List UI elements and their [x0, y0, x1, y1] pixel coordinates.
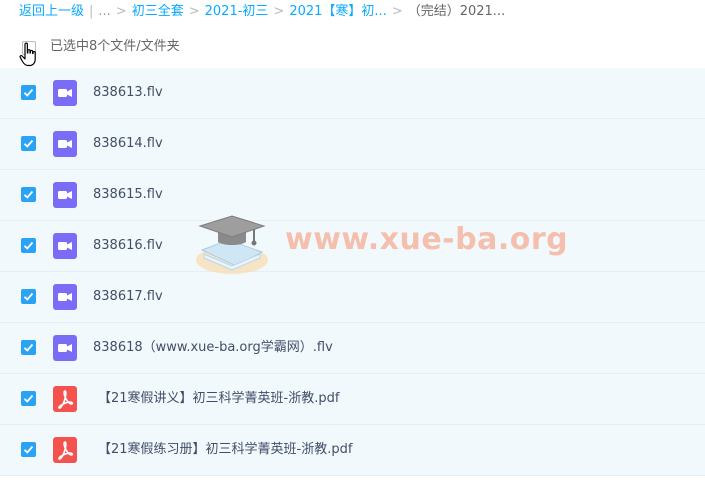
breadcrumb: 返回上一级 |... > 初三全套 >2021-初三 >2021【寒】初... > （完结）2… [19, 2, 505, 22]
row-checkbox[interactable] [21, 136, 36, 151]
video-file-icon [53, 335, 77, 361]
row-checkbox[interactable] [21, 187, 36, 202]
breadcrumb-back-link[interactable]: 返回上一级 [19, 4, 84, 19]
file-name[interactable]: 838616.flv [93, 236, 163, 256]
check-icon [23, 241, 34, 250]
breadcrumb-separator: > [273, 4, 285, 19]
video-file-icon [53, 284, 77, 310]
video-file-icon [53, 182, 77, 208]
file-list: 838613.flv 838614.flv 838615.flv 838616.… [0, 68, 705, 476]
file-name[interactable]: 【21寒假练习册】初三科学菁英班-浙教.pdf [98, 440, 352, 460]
check-icon [23, 139, 34, 148]
breadcrumb-separator: > [115, 4, 127, 19]
file-row[interactable]: 838617.flv [0, 272, 705, 323]
video-file-icon [53, 80, 77, 106]
file-row[interactable]: 838613.flv [0, 68, 705, 119]
check-icon [23, 88, 34, 97]
breadcrumb-item[interactable]: 初三全套 [132, 4, 184, 19]
check-icon [23, 445, 34, 454]
file-row[interactable]: 【21寒假讲义】初三科学菁英班-浙教.pdf [0, 374, 705, 425]
breadcrumb-item[interactable]: 2021-初三 [205, 4, 269, 19]
breadcrumb-item[interactable]: 2021【寒】初... [289, 4, 386, 19]
file-name[interactable]: 838614.flv [93, 134, 163, 154]
breadcrumb-separator: > [188, 4, 200, 19]
file-row[interactable]: 838614.flv [0, 119, 705, 170]
breadcrumb-current: （完结）2021... [407, 4, 506, 19]
check-icon [23, 343, 34, 352]
row-checkbox[interactable] [21, 340, 36, 355]
row-checkbox[interactable] [21, 238, 36, 253]
file-row[interactable]: 838618（www.xue-ba.org学霸网）.flv [0, 323, 705, 374]
pdf-file-icon [53, 437, 77, 463]
row-checkbox[interactable] [21, 85, 36, 100]
row-checkbox[interactable] [21, 442, 36, 457]
file-name[interactable]: 【21寒假讲义】初三科学菁英班-浙教.pdf [98, 389, 339, 409]
check-icon [23, 190, 34, 199]
file-name[interactable]: 838617.flv [93, 287, 163, 307]
breadcrumb-ellipsis[interactable]: ... [98, 4, 110, 19]
video-file-icon [53, 131, 77, 157]
check-icon [23, 394, 34, 403]
breadcrumb-separator: | [89, 4, 94, 19]
selection-count: 已选中8个文件/文件夹 [50, 39, 180, 54]
file-row[interactable]: 【21寒假练习册】初三科学菁英班-浙教.pdf [0, 425, 705, 476]
row-checkbox[interactable] [21, 289, 36, 304]
check-icon [23, 292, 34, 301]
file-name[interactable]: 838613.flv [93, 83, 163, 103]
file-name[interactable]: 838618（www.xue-ba.org学霸网）.flv [93, 338, 333, 358]
selection-bar: 已选中8个文件/文件夹 [0, 34, 705, 67]
breadcrumb-separator: > [391, 4, 403, 19]
file-row[interactable]: 838615.flv [0, 170, 705, 221]
file-row[interactable]: 838616.flv [0, 221, 705, 272]
row-checkbox[interactable] [21, 391, 36, 406]
file-name[interactable]: 838615.flv [93, 185, 163, 205]
hand-cursor-icon [19, 42, 36, 67]
pdf-file-icon [53, 386, 77, 412]
video-file-icon [53, 233, 77, 259]
